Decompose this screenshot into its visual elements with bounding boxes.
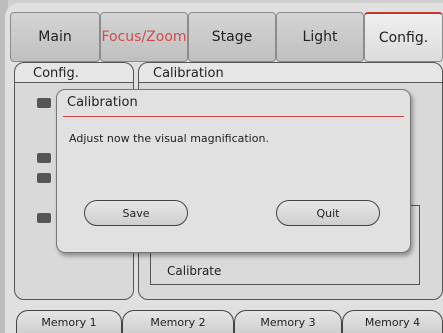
memory-tab-bar: Memory 1 Memory 2 Memory 3 Memory 4 [16, 310, 443, 333]
printer-icon[interactable] [37, 213, 51, 223]
memory-4-button[interactable]: Memory 4 [342, 310, 443, 333]
memory-3-button[interactable]: Memory 3 [234, 310, 342, 333]
save-button[interactable]: Save [84, 200, 188, 226]
calibration-tool-icon[interactable] [37, 98, 51, 108]
dialog-message: Adjust now the visual magnification. [69, 132, 269, 145]
memory-2-button[interactable]: Memory 2 [122, 310, 234, 333]
calibration-dialog: Calibration Adjust now the visual magnif… [56, 89, 411, 253]
tab-focus-zoom[interactable]: Focus/Zoom [100, 12, 188, 62]
main-tab-bar: Main Focus/Zoom Stage Light Config. [10, 12, 443, 62]
device-frame: Main Focus/Zoom Stage Light Config. Conf… [0, 0, 443, 333]
quit-button[interactable]: Quit [276, 200, 380, 226]
calibration-panel-title: Calibration [153, 66, 224, 81]
list-icon[interactable] [37, 153, 51, 163]
tab-light[interactable]: Light [276, 12, 364, 62]
hand-icon[interactable] [37, 173, 51, 183]
config-panel-title: Config. [33, 66, 79, 81]
tab-config[interactable]: Config. [364, 12, 443, 62]
calibrate-label: Calibrate [167, 264, 222, 278]
dialog-title: Calibration [67, 95, 138, 110]
tab-main[interactable]: Main [10, 12, 100, 62]
tab-stage[interactable]: Stage [188, 12, 276, 62]
memory-1-button[interactable]: Memory 1 [16, 310, 122, 333]
dialog-title-divider [63, 116, 404, 117]
